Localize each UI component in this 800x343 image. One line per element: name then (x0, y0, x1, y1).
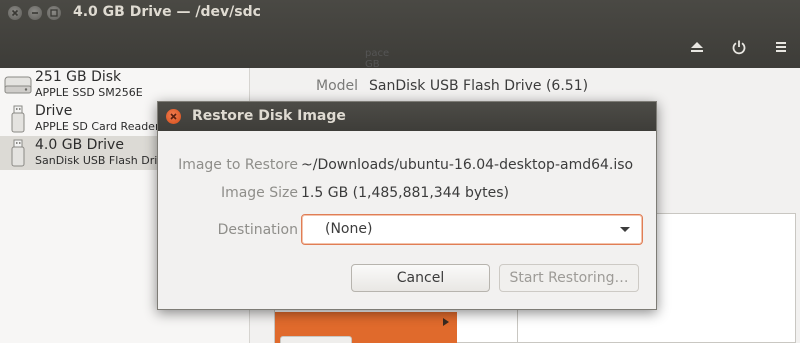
restore-disk-image-dialog: Restore Disk Image Image to Restore ~/Do… (157, 101, 657, 310)
volume-toolbar[interactable] (280, 336, 352, 343)
device-subtitle: APPLE SSD SM256E (35, 86, 143, 99)
image-to-restore-label: Image to Restore (178, 157, 298, 173)
hard-disk-icon (4, 76, 32, 94)
cancel-button[interactable]: Cancel (351, 264, 490, 292)
image-to-restore-value[interactable]: ~/Downloads/ubuntu-16.04-desktop-amd64.i… (301, 157, 633, 173)
window-title: 4.0 GB Drive — /dev/sdc (73, 4, 261, 20)
free-space-label: pace GB (365, 48, 389, 70)
maximize-icon (50, 9, 58, 17)
sidebar-device-251gb-disk[interactable]: 251 GB Disk APPLE SSD SM256E (0, 68, 250, 102)
destination-dropdown[interactable]: (None) (301, 214, 643, 245)
close-icon (11, 9, 19, 17)
device-name: 251 GB Disk (35, 69, 122, 85)
dialog-title: Restore Disk Image (192, 108, 346, 124)
window-titlebar: 4.0 GB Drive — /dev/sdc (0, 0, 800, 68)
image-size-label: Image Size (220, 185, 298, 201)
minimize-icon (32, 12, 38, 14)
device-name: 4.0 GB Drive (35, 137, 124, 153)
menu-button[interactable] (767, 33, 795, 61)
model-value: SanDisk USB Flash Drive (6.51) (369, 78, 589, 94)
device-subtitle: APPLE SD Card Reader (35, 120, 160, 133)
window-close-button[interactable] (8, 6, 22, 20)
destination-selected-value: (None) (325, 221, 373, 237)
close-icon (170, 113, 177, 120)
hamburger-menu-icon (776, 42, 786, 52)
window-minimize-button[interactable] (28, 6, 42, 20)
start-restoring-button[interactable]: Start Restoring… (499, 264, 639, 292)
power-icon (732, 40, 746, 55)
power-off-button[interactable] (725, 33, 753, 61)
free-space-label-line-2: GB (365, 59, 380, 70)
eject-button[interactable] (683, 33, 711, 61)
destination-label: Destination (217, 222, 298, 238)
play-arrow-icon (443, 318, 449, 326)
chevron-down-icon (620, 227, 630, 232)
image-size-value: 1.5 GB (1,485,881,344 bytes) (301, 185, 509, 201)
device-name: Drive (35, 103, 73, 119)
eject-icon (691, 42, 703, 52)
usb-drive-icon (11, 139, 25, 167)
usb-drive-icon (11, 105, 25, 133)
free-space-label-line-1: pace (365, 48, 390, 59)
dialog-titlebar: Restore Disk Image (158, 102, 656, 131)
window-maximize-button[interactable] (47, 6, 61, 20)
device-subtitle: SanDisk USB Flash Drive (35, 154, 171, 167)
dialog-close-button[interactable] (166, 109, 181, 124)
model-label: Model (316, 78, 359, 94)
